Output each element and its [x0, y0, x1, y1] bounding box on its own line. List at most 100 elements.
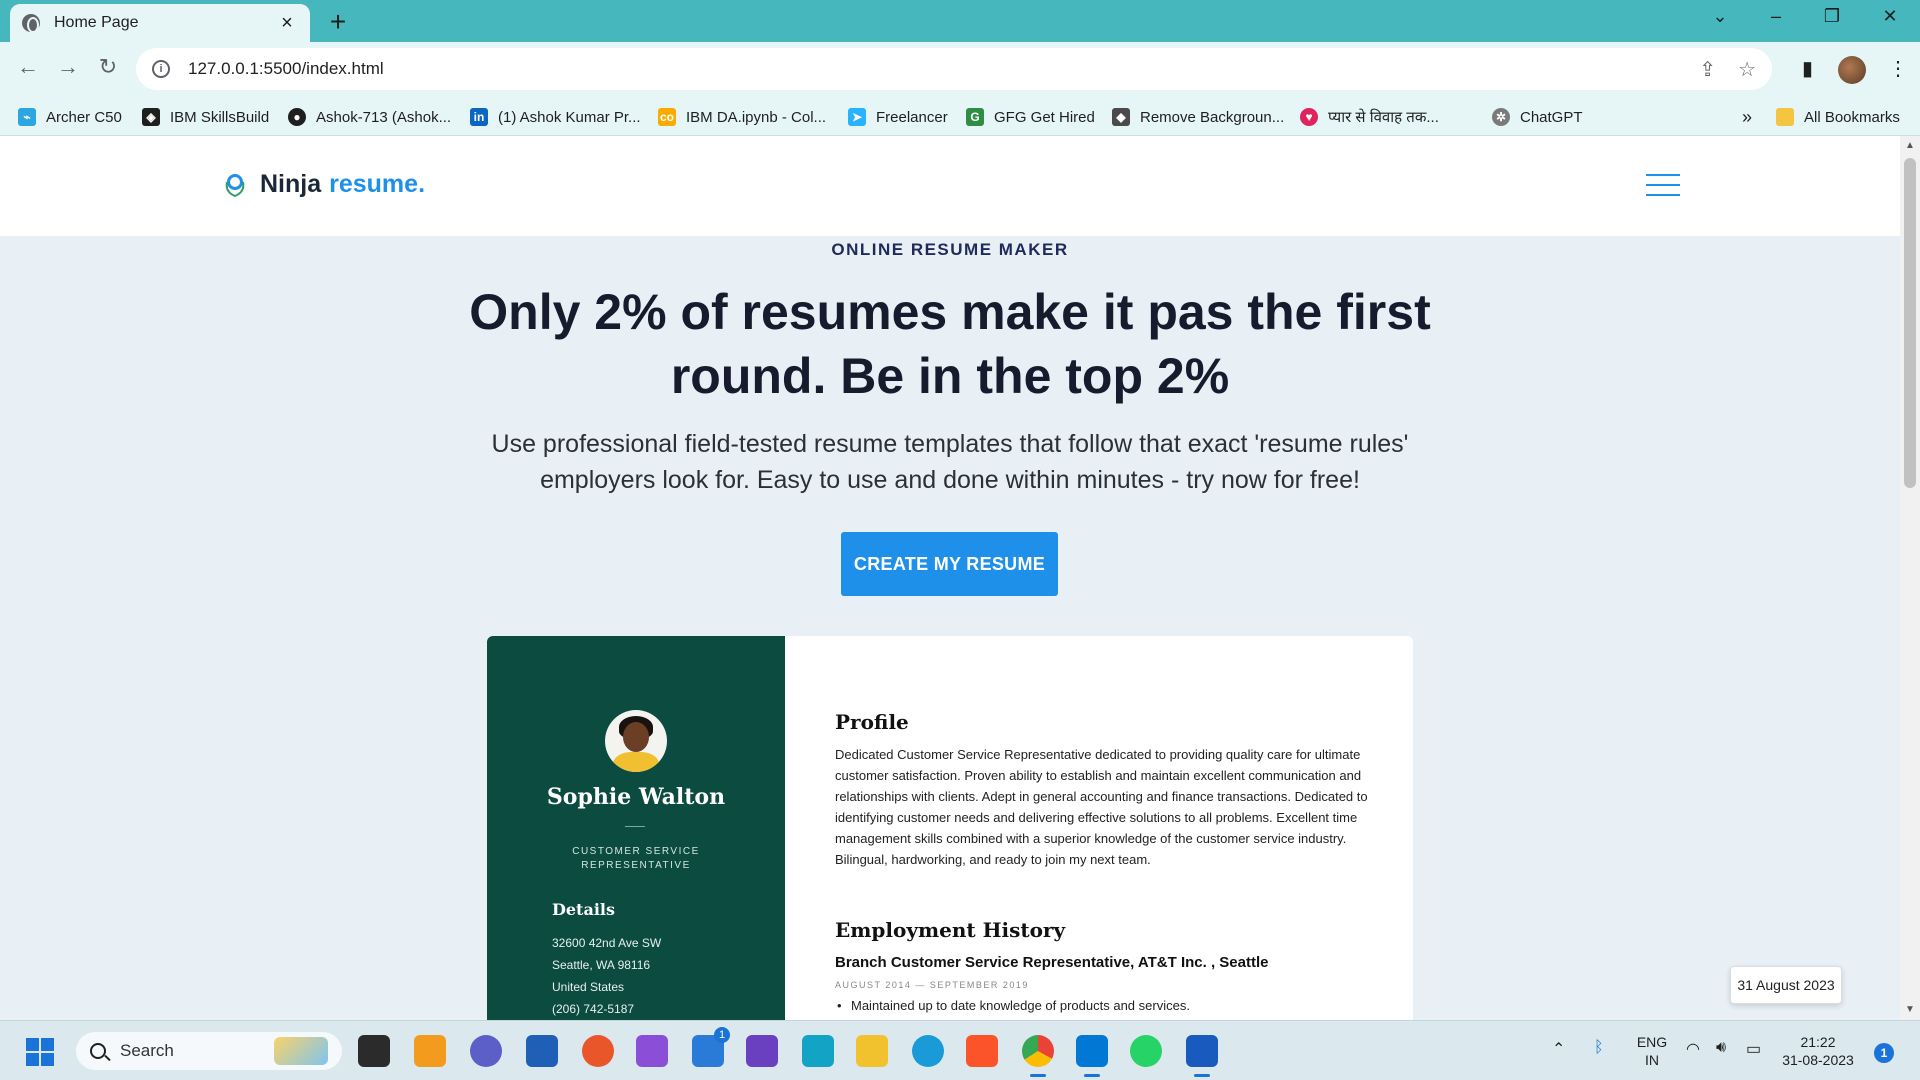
restore-button[interactable]: ❐: [1812, 6, 1852, 27]
resume-preview: Sophie Walton CUSTOMER SERVICE REPRESENT…: [487, 636, 1413, 1020]
side-panel-icon[interactable]: ▮: [1802, 56, 1813, 81]
clock[interactable]: 21:22 31-08-2023: [1780, 1033, 1856, 1069]
task-view-icon[interactable]: [358, 1035, 390, 1067]
resume-job-dates: AUGUST 2014 — SEPTEMBER 2019: [835, 980, 1029, 990]
hamburger-line: [1646, 194, 1680, 196]
profile-avatar[interactable]: [1838, 56, 1866, 84]
new-tab-button[interactable]: +: [324, 6, 352, 38]
hero-headline: Only 2% of resumes make it pas the first…: [469, 284, 1431, 404]
resume-main: Profile Dedicated Customer Service Repre…: [785, 636, 1413, 1020]
language-indicator[interactable]: ENG IN: [1632, 1033, 1672, 1069]
chrome-icon[interactable]: [1022, 1035, 1054, 1077]
linkedin-icon: in: [470, 108, 488, 126]
resume-sidebar: Sophie Walton CUSTOMER SERVICE REPRESENT…: [487, 636, 785, 1020]
bookmark-item[interactable]: ⌁ Archer C50: [18, 98, 122, 136]
all-bookmarks-folder[interactable]: All Bookmarks: [1776, 98, 1900, 136]
bookmark-item[interactable]: ◈ IBM SkillsBuild: [142, 98, 269, 136]
bookmarks-bar: ⌁ Archer C50 ◈ IBM SkillsBuild ● Ashok-713 …: [0, 98, 1920, 136]
bookmark-item[interactable]: ➤ Freelancer: [848, 98, 948, 136]
reload-button[interactable]: ↻: [92, 54, 124, 80]
web-page: Ninja resume. ONLINE RESUME MAKER Only 2…: [0, 136, 1900, 1020]
resume-name: Sophie Walton: [546, 784, 726, 810]
windows-start-icon[interactable]: [26, 1038, 54, 1066]
browser-tab[interactable]: Home Page ×: [10, 4, 310, 42]
freelancer-icon: ➤: [848, 108, 866, 126]
vscode-icon[interactable]: [1076, 1035, 1108, 1077]
resume-divider: [625, 826, 645, 827]
edge-icon[interactable]: [912, 1035, 944, 1067]
create-resume-button[interactable]: CREATE MY RESUME: [841, 532, 1058, 596]
resume-detail-line: 32600 42nd Ave SW: [552, 936, 662, 950]
menu-icon[interactable]: ⋮: [1888, 56, 1908, 81]
bookmark-star-icon[interactable]: ☆: [1738, 57, 1756, 82]
brand-name: Ninja: [260, 170, 322, 198]
bluetooth-icon[interactable]: ᛒ: [1594, 1039, 1604, 1057]
date-tooltip: 31 August 2023: [1730, 966, 1842, 1004]
bookmark-item[interactable]: G GFG Get Hired: [966, 98, 1095, 136]
hero-subtext: Use professional field-tested resume tem…: [491, 430, 1409, 494]
tray-overflow-icon[interactable]: ⌃: [1552, 1039, 1565, 1059]
site-header: Ninja resume.: [0, 136, 1900, 236]
file-explorer-icon[interactable]: [856, 1035, 888, 1067]
scroll-down-arrow[interactable]: ▼: [1905, 1004, 1915, 1015]
resume-role: CUSTOMER SERVICE REPRESENTATIVE: [572, 846, 700, 871]
hero-eyebrow: ONLINE RESUME MAKER: [831, 240, 1069, 259]
bookmark-item[interactable]: co IBM DA.ipynb - Col...: [658, 98, 826, 136]
github-icon: ●: [288, 108, 306, 126]
taskbar-search[interactable]: Search: [76, 1032, 342, 1070]
clapper-icon[interactable]: [636, 1035, 668, 1067]
bookmark-item[interactable]: ✲ ChatGPT: [1492, 98, 1583, 136]
bookmarks-overflow-button[interactable]: »: [1742, 98, 1752, 136]
resume-employment-heading: Employment History: [835, 918, 1066, 942]
gfg-icon: G: [966, 108, 984, 126]
site-logo[interactable]: Ninja resume.: [222, 170, 425, 199]
app-icon[interactable]: [414, 1035, 446, 1067]
resume-avatar: [605, 710, 667, 772]
hamburger-line: [1646, 184, 1680, 186]
bookmark-item[interactable]: ● Ashok-713 (Ashok...: [288, 98, 451, 136]
battery-icon[interactable]: ▭: [1746, 1039, 1761, 1059]
canva-icon[interactable]: [746, 1035, 778, 1067]
bookmark-item[interactable]: ♥ प्यार से विवाह तक...: [1300, 98, 1439, 136]
bookmark-item[interactable]: in (1) Ashok Kumar Pr...: [470, 98, 641, 136]
globe-icon: [22, 14, 40, 33]
notification-badge[interactable]: 1: [1874, 1043, 1894, 1063]
mail-icon[interactable]: 1: [692, 1027, 730, 1067]
hamburger-line: [1646, 174, 1680, 176]
search-highlight-icon: [274, 1037, 328, 1065]
page-scrollbar[interactable]: ▲ ▼: [1900, 136, 1920, 1020]
ninja-logo-icon: [225, 173, 245, 197]
scroll-up-arrow[interactable]: ▲: [1905, 140, 1915, 151]
ibm-icon: ◈: [142, 108, 160, 126]
scrollbar-thumb[interactable]: [1904, 158, 1916, 488]
resume-job-bullet: Maintained up to date knowledge of produ…: [837, 998, 1190, 1013]
brave-icon[interactable]: [966, 1035, 998, 1067]
close-window-button[interactable]: ✕: [1870, 6, 1910, 27]
whatsapp-icon[interactable]: [1130, 1035, 1162, 1067]
removebg-icon: ◆: [1112, 108, 1130, 126]
volume-icon[interactable]: 🔊︎: [1716, 1039, 1726, 1057]
resume-detail-line: United States: [552, 980, 625, 994]
firefox-icon[interactable]: [582, 1035, 614, 1067]
resume-profile-heading: Profile: [835, 710, 909, 734]
minimize-button[interactable]: –: [1756, 6, 1796, 27]
browser-toolbar: ← → ↻ i 127.0.0.1:5500/index.html ⇪ ☆ ▮ …: [0, 42, 1920, 98]
wifi-icon[interactable]: ◠: [1686, 1039, 1700, 1059]
share-icon[interactable]: ⇪: [1699, 57, 1716, 82]
site-info-icon[interactable]: i: [152, 60, 170, 78]
tab-search-icon[interactable]: ⌄: [1700, 6, 1740, 27]
colab-icon: co: [658, 108, 676, 126]
forward-button[interactable]: →: [52, 54, 84, 80]
url-text: 127.0.0.1:5500/index.html: [188, 59, 384, 78]
close-tab-icon[interactable]: ×: [276, 12, 298, 35]
store-icon[interactable]: [526, 1035, 558, 1067]
back-button[interactable]: ←: [12, 54, 44, 80]
windows-taskbar: Search 1 ⌃ ᛒ ENG IN ◠ 🔊︎ ▭ 21:22 31-08-2…: [0, 1020, 1920, 1080]
resume-details-heading: Details: [552, 900, 615, 919]
menu-toggle-button[interactable]: [1646, 174, 1680, 198]
word-icon[interactable]: [1186, 1035, 1218, 1077]
meet-icon[interactable]: [470, 1035, 502, 1067]
bookmark-item[interactable]: ◆ Remove Backgroun...: [1112, 98, 1284, 136]
address-bar[interactable]: i 127.0.0.1:5500/index.html ⇪ ☆: [136, 48, 1772, 90]
canva-alt-icon[interactable]: [802, 1035, 834, 1067]
